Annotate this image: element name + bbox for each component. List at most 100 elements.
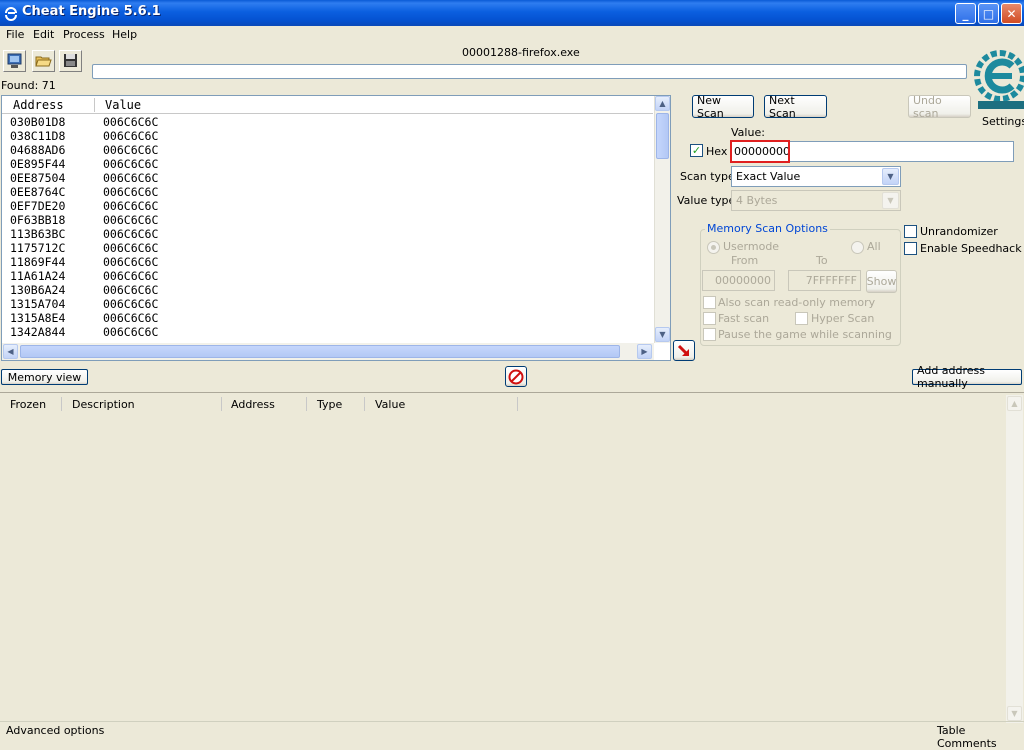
menu-file[interactable]: File xyxy=(6,28,24,41)
scan-type-select[interactable]: Exact Value ▼ xyxy=(731,166,901,187)
row-address: 0EF7DE20 xyxy=(10,199,66,213)
row-value: 006C6C6C xyxy=(103,115,159,129)
scroll-right-arrow-icon[interactable]: ▶ xyxy=(637,344,652,359)
next-scan-button[interactable]: Next Scan xyxy=(764,94,827,120)
memory-view-button[interactable]: Memory view xyxy=(1,369,88,385)
chevron-down-icon[interactable]: ▼ xyxy=(882,192,899,209)
minimize-button[interactable]: _ xyxy=(955,3,976,24)
open-table-button[interactable] xyxy=(32,50,55,72)
open-process-button[interactable] xyxy=(3,50,26,72)
column-separator xyxy=(61,397,62,411)
table-row[interactable]: 1315A704 006C6C6C xyxy=(2,297,654,311)
menu-process[interactable]: Process xyxy=(63,28,105,41)
scan-type-label: Scan type xyxy=(680,170,735,183)
column-address[interactable]: Address xyxy=(231,398,275,411)
table-row[interactable]: 0E895F44 006C6C6C xyxy=(2,157,654,171)
column-value[interactable]: Value xyxy=(105,98,141,112)
row-value: 006C6C6C xyxy=(103,171,159,185)
pause-game-label: Pause the game while scanning xyxy=(718,328,892,341)
hex-checkbox[interactable]: ✓ xyxy=(690,144,703,157)
row-address: 1315A704 xyxy=(10,297,66,311)
scroll-up-arrow-icon[interactable]: ▲ xyxy=(1007,396,1022,411)
usermode-radio[interactable] xyxy=(707,241,720,254)
speedhack-label: Enable Speedhack xyxy=(920,242,1022,255)
scroll-down-arrow-icon[interactable]: ▼ xyxy=(655,327,670,342)
menu-help[interactable]: Help xyxy=(112,28,137,41)
horizontal-scrollbar[interactable]: ◀ ▶ xyxy=(2,343,654,360)
scroll-thumb[interactable] xyxy=(656,113,669,159)
close-button[interactable]: ✕ xyxy=(1001,3,1022,24)
column-frozen[interactable]: Frozen xyxy=(10,398,46,411)
column-type[interactable]: Type xyxy=(317,398,342,411)
table-row[interactable]: 130B6A24 006C6C6C xyxy=(2,283,654,297)
row-value: 006C6C6C xyxy=(103,157,159,171)
read-only-checkbox[interactable] xyxy=(703,296,716,309)
table-row[interactable]: 1175712C 006C6C6C xyxy=(2,241,654,255)
hex-label: Hex xyxy=(706,145,728,158)
column-value[interactable]: Value xyxy=(375,398,405,411)
add-address-manually-button[interactable]: Add address manually xyxy=(912,364,1022,390)
row-value: 006C6C6C xyxy=(103,255,159,269)
speedhack-checkbox[interactable] xyxy=(904,242,917,255)
settings-link[interactable]: Settings xyxy=(982,115,1024,128)
table-row[interactable]: 0F63BB18 006C6C6C xyxy=(2,213,654,227)
row-address: 1175712C xyxy=(10,241,66,255)
save-table-button[interactable] xyxy=(59,50,82,72)
table-row[interactable]: 1315A8E4 006C6C6C xyxy=(2,311,654,325)
table-row[interactable]: 030B01D8 006C6C6C xyxy=(2,115,654,129)
title-bar[interactable]: Cheat Engine 5.6.1 _ □ ✕ xyxy=(0,0,1024,26)
process-name: 00001288-firefox.exe xyxy=(462,46,580,59)
found-list-header: Address Value xyxy=(2,96,653,114)
column-separator xyxy=(221,397,222,411)
value-highlight xyxy=(730,140,790,163)
column-description[interactable]: Description xyxy=(72,398,135,411)
row-value: 006C6C6C xyxy=(103,325,159,339)
scroll-thumb-horizontal[interactable] xyxy=(20,345,620,358)
vertical-scrollbar[interactable]: ▲ ▼ xyxy=(654,96,670,343)
stop-button[interactable] xyxy=(505,366,527,387)
table-row[interactable]: 0EE87504 006C6C6C xyxy=(2,171,654,185)
fast-scan-checkbox[interactable] xyxy=(703,312,716,325)
from-label: From xyxy=(731,254,759,267)
undo-scan-button[interactable]: Undo scan xyxy=(908,94,971,120)
vertical-scrollbar[interactable]: ▲ ▼ xyxy=(1006,395,1023,723)
maximize-button[interactable]: □ xyxy=(978,3,999,24)
check-icon: ✓ xyxy=(691,144,702,157)
row-value: 006C6C6C xyxy=(103,213,159,227)
value-type-select[interactable]: 4 Bytes ▼ xyxy=(731,190,901,211)
scroll-down-arrow-icon[interactable]: ▼ xyxy=(1007,706,1022,721)
table-row[interactable]: 0EE8764C 006C6C6C xyxy=(2,185,654,199)
scroll-up-arrow-icon[interactable]: ▲ xyxy=(655,96,670,111)
add-selected-to-list-button[interactable] xyxy=(673,340,695,361)
to-address-input[interactable]: 7FFFFFFF xyxy=(788,270,861,291)
table-row[interactable]: 0EF7DE20 006C6C6C xyxy=(2,199,654,213)
advanced-options-link[interactable]: Advanced options xyxy=(6,724,104,737)
table-row[interactable]: 038C11D8 006C6C6C xyxy=(2,129,654,143)
unrandomizer-checkbox[interactable] xyxy=(904,225,917,238)
hyper-scan-checkbox[interactable] xyxy=(795,312,808,325)
row-value: 006C6C6C xyxy=(103,185,159,199)
pause-game-checkbox[interactable] xyxy=(703,328,716,341)
row-address: 113B63BC xyxy=(10,227,66,241)
found-address-list[interactable]: Address Value 030B01D8 006C6C6C 038C11D8 00… xyxy=(1,95,671,361)
table-row[interactable]: 11869F44 006C6C6C xyxy=(2,255,654,269)
all-radio[interactable] xyxy=(851,241,864,254)
to-address-text: 7FFFFFFF xyxy=(805,274,857,287)
table-comments-link[interactable]: Table Comments xyxy=(937,724,1024,750)
scroll-left-arrow-icon[interactable]: ◀ xyxy=(3,344,18,359)
column-address[interactable]: Address xyxy=(13,98,64,112)
new-scan-button[interactable]: New Scan xyxy=(692,94,754,120)
row-value: 006C6C6C xyxy=(103,297,159,311)
row-address: 030B01D8 xyxy=(10,115,66,129)
status-bar: Advanced options Table Comments xyxy=(0,721,1024,750)
table-row[interactable]: 1342A844 006C6C6C xyxy=(2,325,654,339)
table-row[interactable]: 04688AD6 006C6C6C xyxy=(2,143,654,157)
show-button[interactable]: Show xyxy=(866,270,897,293)
table-row[interactable]: 113B63BC 006C6C6C xyxy=(2,227,654,241)
hyper-scan-label: Hyper Scan xyxy=(811,312,875,325)
menu-edit[interactable]: Edit xyxy=(33,28,54,41)
table-row[interactable]: 11A61A24 006C6C6C xyxy=(2,269,654,283)
chevron-down-icon[interactable]: ▼ xyxy=(882,168,899,185)
cheat-table[interactable]: Frozen Description Address Type Value ▲ … xyxy=(0,392,1024,723)
from-address-input[interactable]: 00000000 xyxy=(702,270,775,291)
